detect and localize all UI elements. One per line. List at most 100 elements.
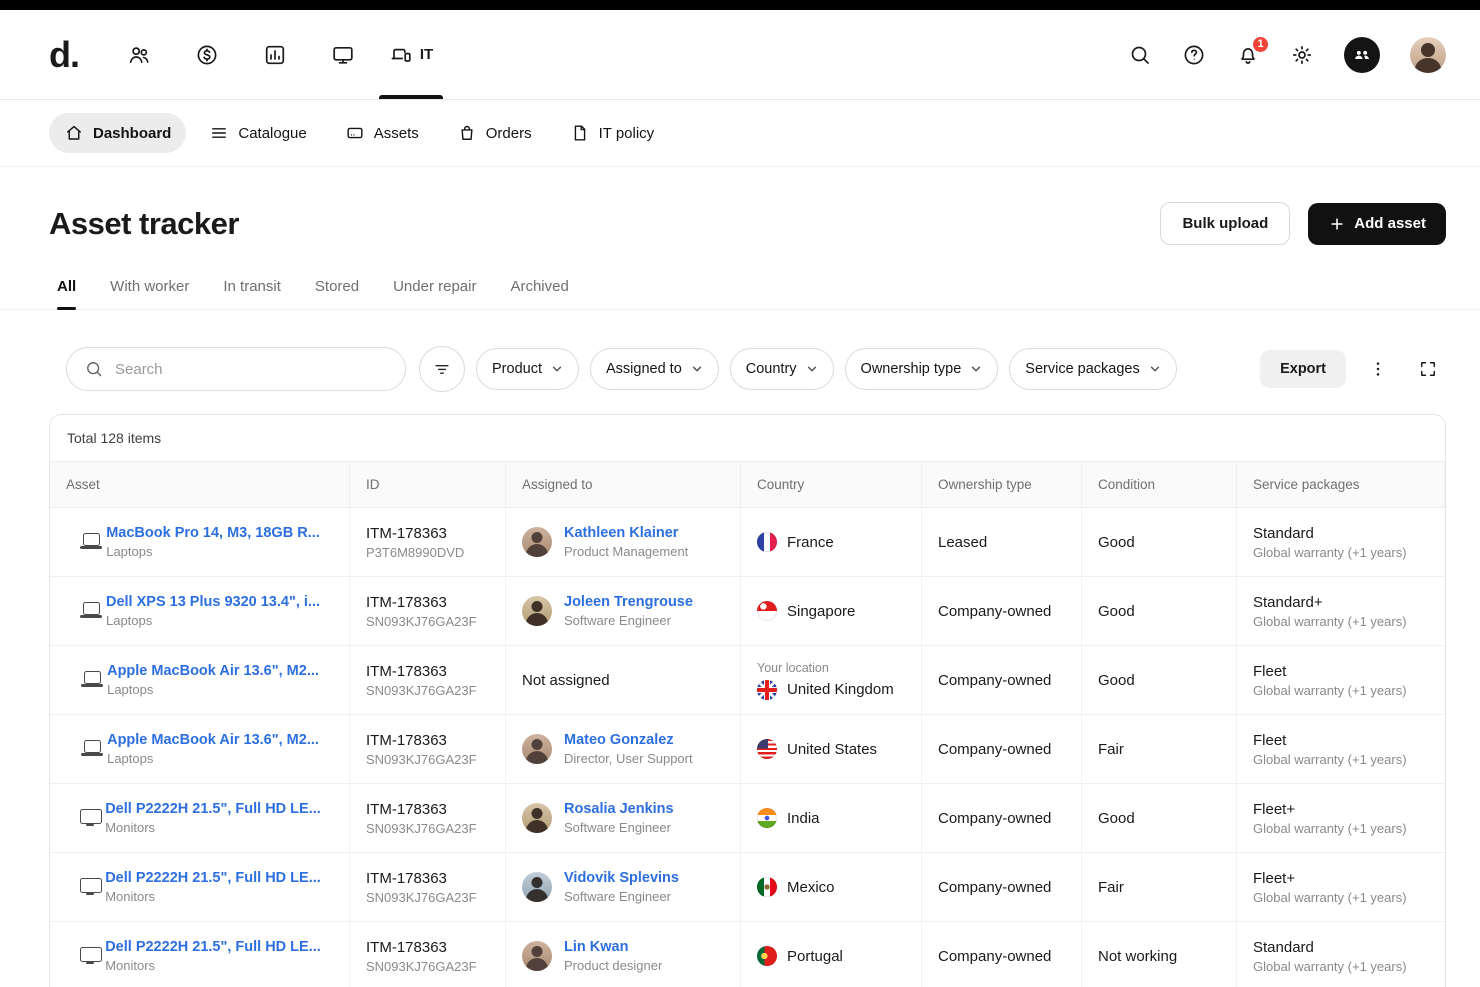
assignee-avatar [522, 803, 552, 833]
filter-dropdown[interactable]: Assigned to [590, 348, 719, 390]
subnav-orders[interactable]: Orders [442, 113, 547, 153]
column-header: Ownership type [922, 462, 1082, 507]
asset-name-link[interactable]: Apple MacBook Air 13.6", M2... [107, 732, 319, 748]
global-search-button[interactable] [1128, 43, 1152, 67]
kebab-menu-icon [1368, 359, 1388, 379]
table-row[interactable]: Apple MacBook Air 13.6", M2... Laptops I… [50, 715, 1445, 784]
country-name: France [787, 534, 834, 551]
deel-logo[interactable]: d. [49, 34, 79, 76]
status-tab[interactable]: All [57, 278, 76, 309]
chevron-down-icon [691, 363, 703, 375]
assignee-name-link[interactable]: Mateo Gonzalez [564, 732, 693, 748]
add-asset-label: Add asset [1354, 215, 1426, 232]
column-header: ID [350, 462, 506, 507]
table-header-row: Asset ID Assigned to Country Ownership t… [50, 461, 1445, 508]
service-package: Fleet [1253, 663, 1429, 680]
assignee-role: Product Management [564, 544, 688, 559]
condition: Fair [1098, 741, 1220, 758]
country-flag-icon [757, 877, 777, 897]
nav-analytics[interactable] [241, 10, 309, 99]
asset-name-link[interactable]: Dell XPS 13 Plus 9320 13.4", i... [106, 594, 320, 610]
table-row[interactable]: Dell XPS 13 Plus 9320 13.4", i... Laptop… [50, 577, 1445, 646]
shopping-bag-icon [457, 123, 477, 143]
status-tab[interactable]: Stored [315, 278, 359, 309]
assignee-name-link[interactable]: Lin Kwan [564, 939, 662, 955]
export-button[interactable]: Export [1260, 350, 1346, 388]
filter-dropdown[interactable]: Service packages [1009, 348, 1176, 390]
table-row[interactable]: Dell P2222H 21.5", Full HD LE... Monitor… [50, 784, 1445, 853]
subnav-dashboard-label: Dashboard [93, 125, 171, 142]
table-row[interactable]: Dell P2222H 21.5", Full HD LE... Monitor… [50, 853, 1445, 922]
add-asset-button[interactable]: Add asset [1308, 203, 1446, 245]
service-warranty: Global warranty (+1 years) [1253, 821, 1429, 836]
subnav-it-policy[interactable]: IT policy [555, 113, 670, 153]
search-box[interactable] [66, 347, 406, 391]
user-avatar[interactable] [1410, 37, 1446, 73]
filter-dropdown[interactable]: Product [476, 348, 579, 390]
service-package: Standard [1253, 525, 1429, 542]
subnav-dashboard[interactable]: Dashboard [49, 113, 186, 153]
asset-category: Monitors [105, 958, 321, 973]
nav-finance[interactable] [173, 10, 241, 99]
chevron-down-icon [806, 363, 818, 375]
fullscreen-button[interactable] [1410, 351, 1446, 387]
bar-chart-icon [263, 43, 287, 67]
status-tab[interactable]: Under repair [393, 278, 476, 309]
search-input[interactable] [115, 361, 388, 378]
document-icon [570, 123, 590, 143]
filter-dropdown[interactable]: Ownership type [845, 348, 999, 390]
nav-workspace[interactable] [309, 10, 377, 99]
subnav-assets[interactable]: Assets [330, 113, 434, 153]
asset-name-link[interactable]: MacBook Pro 14, M3, 18GB R... [106, 525, 320, 541]
status-tabs: All With worker In transit Stored Under … [0, 278, 1480, 310]
assignee-name-link[interactable]: Joleen Trengrouse [564, 594, 693, 610]
assignee-name-link[interactable]: Kathleen Klainer [564, 525, 688, 541]
ownership-type: Company-owned [938, 672, 1065, 689]
table-row[interactable]: Dell P2222H 21.5", Full HD LE... Monitor… [50, 922, 1445, 987]
ownership-type: Company-owned [938, 810, 1065, 827]
asset-name-link[interactable]: Dell P2222H 21.5", Full HD LE... [105, 870, 321, 886]
settings-button[interactable] [1290, 43, 1314, 67]
status-tab[interactable]: In transit [223, 278, 281, 309]
subnav-catalogue[interactable]: Catalogue [194, 113, 321, 153]
filters-button[interactable] [419, 346, 465, 392]
table-row[interactable]: MacBook Pro 14, M3, 18GB R... Laptops IT… [50, 508, 1445, 577]
country-flag-icon [757, 601, 777, 621]
nav-it[interactable]: IT [377, 10, 445, 99]
asset-id: ITM-178363 [366, 732, 489, 749]
asset-name-link[interactable]: Apple MacBook Air 13.6", M2... [107, 663, 319, 679]
status-tab[interactable]: Archived [510, 278, 568, 309]
nav-it-label: IT [420, 46, 433, 63]
column-header: Service packages [1237, 462, 1445, 507]
asset-name-link[interactable]: Dell P2222H 21.5", Full HD LE... [105, 801, 321, 817]
filter-dropdown[interactable]: Country [730, 348, 834, 390]
more-options-button[interactable] [1360, 351, 1396, 387]
status-tab[interactable]: With worker [110, 278, 189, 309]
assignee-name-link[interactable]: Vidovik Splevins [564, 870, 679, 886]
assignee-avatar [522, 596, 552, 626]
assignee-avatar [522, 734, 552, 764]
device-icon [79, 601, 103, 621]
condition: Good [1098, 810, 1220, 827]
condition: Not working [1098, 948, 1220, 965]
asset-name-link[interactable]: Dell P2222H 21.5", Full HD LE... [105, 939, 321, 955]
notifications-button[interactable]: 1 [1236, 43, 1260, 67]
screen-top-bar [0, 0, 1480, 10]
nav-people[interactable] [105, 10, 173, 99]
search-icon [84, 359, 104, 379]
table-row[interactable]: Apple MacBook Air 13.6", M2... Laptops I… [50, 646, 1445, 715]
assignee-avatar [522, 872, 552, 902]
help-button[interactable] [1182, 43, 1206, 67]
service-package: Standard+ [1253, 594, 1429, 611]
not-assigned-label: Not assigned [522, 672, 724, 689]
team-button[interactable] [1344, 37, 1380, 73]
asset-id: ITM-178363 [366, 594, 489, 611]
ownership-type: Company-owned [938, 603, 1065, 620]
ownership-type: Leased [938, 534, 1065, 551]
asset-category: Laptops [107, 751, 319, 766]
assignee-name-link[interactable]: Rosalia Jenkins [564, 801, 674, 817]
country-name: Mexico [787, 879, 835, 896]
bulk-upload-button[interactable]: Bulk upload [1160, 202, 1290, 245]
page-header: Asset tracker Bulk upload Add asset [0, 167, 1480, 245]
total-items-label: Total 128 items [50, 415, 1445, 461]
